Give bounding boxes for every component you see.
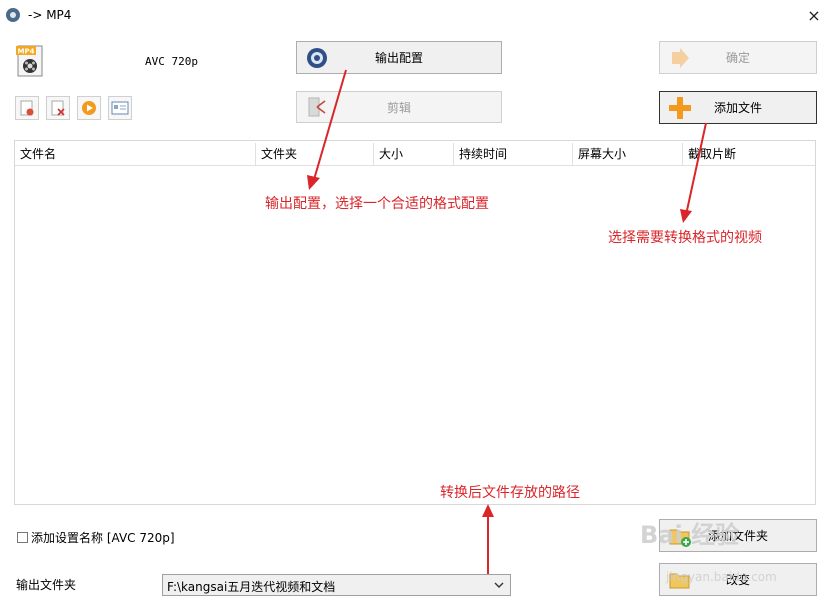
play-icon: [82, 101, 96, 115]
close-button[interactable]: ×: [800, 4, 828, 28]
svg-text:MP4: MP4: [18, 48, 35, 56]
output-folder-select[interactable]: F:\kangsai五月迭代视频和文档: [162, 574, 511, 596]
output-folder-value: F:\kangsai五月迭代视频和文档: [167, 580, 336, 594]
add-file-label: 添加文件: [713, 101, 762, 115]
change-label: 改变: [725, 573, 750, 587]
edit-label: 剪辑: [386, 100, 411, 115]
edit-button[interactable]: 剪辑: [296, 91, 502, 123]
info-card-icon: [111, 101, 129, 115]
ok-button[interactable]: 确定: [659, 41, 817, 74]
table-header: 文件名 文件夹 大小 持续时间 屏幕大小 截取片断: [15, 143, 815, 166]
mp4-file-icon: MP4: [16, 45, 43, 77]
output-config-label: 输出配置: [374, 51, 423, 65]
film-scissors-icon: [308, 97, 326, 117]
column-header-screen-size[interactable]: 屏幕大小: [573, 143, 683, 165]
plus-icon: [669, 96, 691, 119]
arrow-right-icon: [672, 47, 689, 68]
column-header-filename[interactable]: 文件名: [15, 143, 256, 165]
add-folder-button[interactable]: 添加文件夹: [659, 519, 817, 552]
app-icon: [6, 8, 20, 22]
column-header-clip[interactable]: 截取片断: [683, 143, 815, 165]
column-header-duration[interactable]: 持续时间: [454, 143, 573, 165]
folder-open-icon: [669, 573, 690, 588]
media-info-button[interactable]: [108, 96, 132, 120]
ok-label: 确定: [725, 51, 750, 65]
window-title: -> MP4: [28, 8, 72, 22]
file-clear-icon: [51, 100, 65, 116]
add-preset-name-label: 添加设置名称 [AVC 720p]: [31, 531, 175, 545]
annotation-output-path: 转换后文件存放的路径: [440, 485, 580, 501]
gear-config-icon: [307, 47, 327, 68]
add-preset-name-checkbox[interactable]: [17, 532, 28, 543]
remove-file-button[interactable]: [15, 96, 39, 120]
add-folder-label: 添加文件夹: [707, 529, 768, 543]
output-config-button[interactable]: 输出配置: [296, 41, 502, 74]
annotation-select-video: 选择需要转换格式的视频: [608, 230, 762, 246]
play-button[interactable]: [77, 96, 101, 120]
preset-name: AVC 720p: [145, 55, 198, 68]
file-remove-icon: [20, 100, 34, 116]
annotation-output-config: 输出配置，选择一个合适的格式配置: [265, 196, 489, 212]
column-header-size[interactable]: 大小: [374, 143, 454, 165]
column-header-folder[interactable]: 文件夹: [256, 143, 374, 165]
clear-list-button[interactable]: [46, 96, 70, 120]
title-bar: -> MP4 ×: [0, 0, 834, 32]
add-file-button[interactable]: 添加文件: [659, 91, 817, 124]
chevron-down-icon[interactable]: [492, 578, 506, 592]
output-folder-label: 输出文件夹: [16, 578, 77, 592]
change-button[interactable]: 改变: [659, 563, 817, 596]
folder-add-icon: [669, 529, 691, 547]
